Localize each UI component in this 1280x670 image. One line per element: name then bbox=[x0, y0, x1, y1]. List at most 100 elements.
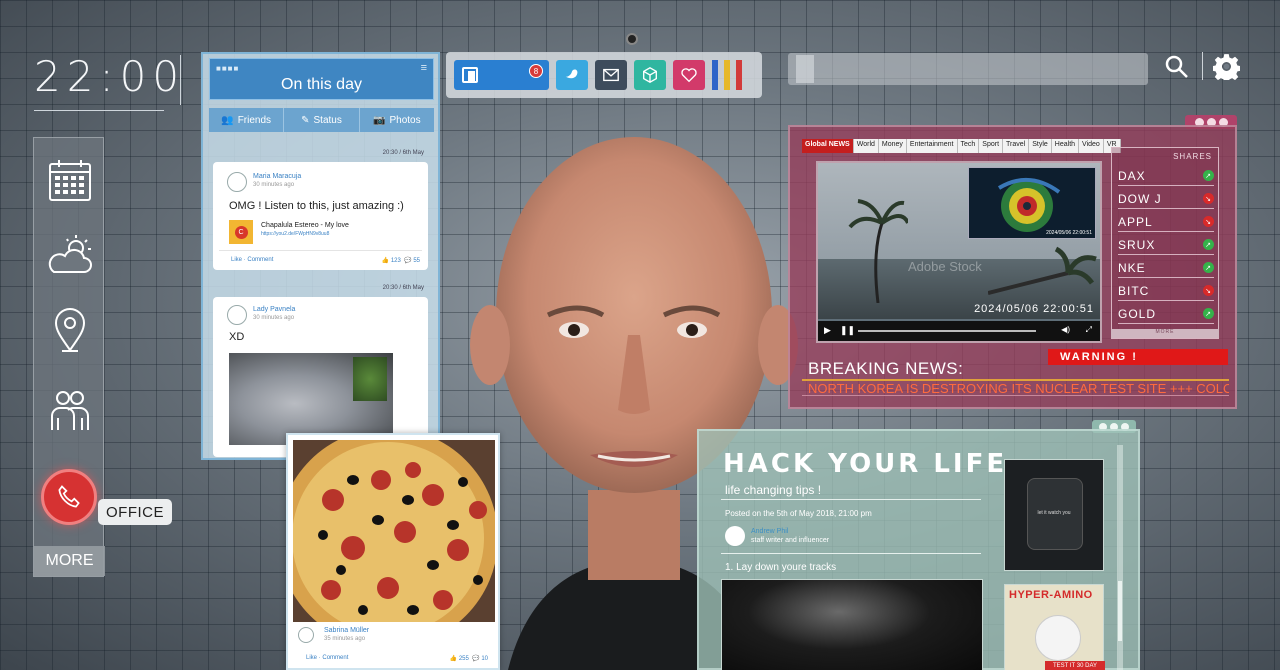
radar-timestamp: 2024/05/06 22:00:51 bbox=[1046, 230, 1092, 236]
post-time: 20:30 / 6th May bbox=[382, 150, 424, 156]
shares-more-button[interactable]: MORE bbox=[1111, 329, 1219, 338]
news-nav-item[interactable]: Travel bbox=[1003, 139, 1030, 153]
blog-photo[interactable] bbox=[721, 579, 983, 670]
tab-photos[interactable]: 📷 Photos bbox=[360, 108, 434, 132]
share-row[interactable]: BITC ↘ bbox=[1118, 281, 1214, 301]
news-nav-item[interactable]: Sport bbox=[979, 139, 1004, 153]
news-nav-item[interactable]: Money bbox=[879, 139, 907, 153]
amino-ad-cta[interactable]: TEST IT 30 DAY bbox=[1045, 661, 1105, 670]
news-nav-item[interactable]: Entertainment bbox=[907, 139, 958, 153]
post-author[interactable]: Sabrina Müller bbox=[324, 627, 369, 634]
music-thumbnail[interactable]: C bbox=[229, 220, 253, 244]
news-nav-item[interactable]: World bbox=[854, 139, 879, 153]
record-icon: C bbox=[234, 225, 248, 239]
bird-app-icon[interactable] bbox=[556, 60, 588, 90]
post-time: 20:30 / 6th May bbox=[382, 285, 424, 291]
notification-badge: 8 bbox=[529, 64, 543, 78]
clock-underline bbox=[34, 110, 164, 111]
like-link[interactable]: Like · Comment bbox=[231, 257, 273, 263]
avatar[interactable] bbox=[227, 305, 247, 325]
social-header: ■■■■ ≡ On this day bbox=[209, 58, 434, 100]
watch-ad-text: let it watch you bbox=[1037, 510, 1071, 516]
trend-down-icon: ↘ bbox=[1203, 285, 1214, 296]
video-scrubber[interactable] bbox=[858, 330, 1036, 332]
fallen-palm bbox=[988, 246, 1097, 295]
avatar[interactable] bbox=[227, 172, 247, 192]
news-nav-item[interactable]: Style bbox=[1029, 139, 1052, 153]
share-row[interactable]: NKE ↗ bbox=[1118, 258, 1214, 278]
post-author[interactable]: Lady Pavnela bbox=[253, 306, 295, 313]
trend-down-icon: ↘ bbox=[1203, 193, 1214, 204]
pizza-post-card[interactable]: Sabrina Müller 35 minutes ago Like · Com… bbox=[286, 433, 500, 670]
post-author[interactable]: Maria Maracuja bbox=[253, 173, 301, 180]
contacts-icon[interactable] bbox=[44, 384, 96, 436]
share-row[interactable]: DAX ↗ bbox=[1118, 166, 1214, 186]
phone-icon bbox=[58, 485, 80, 508]
like-link[interactable]: Like · Comment bbox=[306, 655, 348, 661]
fullscreen-icon[interactable]: ⤢ bbox=[1086, 325, 1092, 335]
social-title: On this day bbox=[281, 76, 362, 93]
share-row[interactable]: GOLD ↗ bbox=[1118, 304, 1214, 324]
tab-label: Friends bbox=[237, 114, 272, 126]
shares-title: SHARES bbox=[1173, 152, 1212, 161]
news-logo[interactable]: Global NEWS bbox=[802, 139, 854, 153]
call-button[interactable] bbox=[41, 469, 97, 525]
heart-app-icon[interactable] bbox=[673, 60, 705, 90]
like-count: 123 bbox=[390, 258, 401, 264]
news-nav-item[interactable]: Health bbox=[1052, 139, 1080, 153]
share-symbol: DOW J bbox=[1118, 191, 1162, 206]
camera-dot-icon bbox=[626, 33, 638, 45]
watch-ad[interactable]: let it watch you bbox=[1004, 459, 1104, 571]
comment-count: 55 bbox=[413, 258, 420, 264]
tab-friends[interactable]: 👥 Friends bbox=[209, 108, 285, 132]
mail-app-icon[interactable] bbox=[595, 60, 627, 90]
share-row[interactable]: SRUX ↗ bbox=[1118, 235, 1214, 255]
pizza-photo[interactable] bbox=[293, 440, 495, 622]
play-icon[interactable]: ▶ bbox=[824, 325, 831, 336]
tab-status[interactable]: ✎ Status bbox=[284, 108, 360, 132]
sidebar: MORE bbox=[33, 137, 105, 577]
scrollbar[interactable] bbox=[1117, 445, 1123, 670]
news-ticker[interactable]: NORTH KOREA IS DESTROYING ITS NUCLEAR TE… bbox=[802, 379, 1229, 396]
share-symbol: SRUX bbox=[1118, 237, 1156, 252]
avatar[interactable] bbox=[298, 627, 314, 643]
volume-icon[interactable]: ◀) bbox=[1061, 325, 1070, 334]
search-input[interactable] bbox=[788, 53, 1148, 85]
pause-icon[interactable]: ❚❚ bbox=[840, 325, 855, 336]
office-tooltip[interactable]: OFFICE bbox=[98, 499, 172, 525]
box-app-icon[interactable] bbox=[634, 60, 666, 90]
location-icon[interactable] bbox=[44, 304, 96, 356]
social-tabs: 👥 Friends ✎ Status 📷 Photos bbox=[209, 108, 434, 132]
search-icon[interactable] bbox=[1164, 54, 1190, 85]
like-label: Like bbox=[306, 655, 318, 661]
news-nav: Global NEWS World Money Entertainment Tech Sp… bbox=[802, 139, 1121, 153]
post-ago: 30 minutes ago bbox=[253, 182, 295, 188]
share-symbol: NKE bbox=[1118, 260, 1146, 275]
blog-title: HACK YOUR LIFE bbox=[723, 449, 1008, 479]
share-row[interactable]: DOW J ↘ bbox=[1118, 189, 1214, 209]
menu-icon[interactable]: ≡ bbox=[421, 62, 427, 74]
amino-ad[interactable]: HYPER-AMINO TEST IT 30 DAY bbox=[1004, 584, 1105, 670]
share-symbol: GOLD bbox=[1118, 306, 1157, 321]
share-row[interactable]: APPL ↘ bbox=[1118, 212, 1214, 232]
comment-label: Comment bbox=[322, 655, 349, 661]
avatar[interactable] bbox=[725, 526, 745, 546]
social-app-button[interactable]: 8 bbox=[454, 60, 549, 90]
news-video[interactable]: 2024/05/06 22:00:51 Adobe Stock 2024/05/… bbox=[816, 161, 1102, 343]
link-title[interactable]: Chapalula Estereo - My love bbox=[261, 222, 349, 229]
social-app-icon bbox=[462, 67, 478, 83]
news-nav-item[interactable]: Video bbox=[1079, 139, 1104, 153]
camera-icon: 📷 bbox=[373, 114, 386, 126]
share-symbol: BITC bbox=[1118, 283, 1150, 298]
news-nav-item[interactable]: Tech bbox=[958, 139, 980, 153]
link-url[interactable]: https://you2.de/FWpHN9v8uu8 bbox=[261, 231, 329, 237]
feed-post[interactable]: 20:30 / 6th May Maria Maracuja 30 minute… bbox=[213, 150, 428, 270]
calendar-icon[interactable] bbox=[44, 154, 96, 206]
cat-photo[interactable] bbox=[229, 353, 393, 445]
gear-icon[interactable] bbox=[1212, 53, 1241, 85]
blog-author[interactable]: Andrew Phil bbox=[751, 528, 788, 535]
weather-icon[interactable] bbox=[44, 230, 96, 282]
post-stats: 👍 255 💬 10 bbox=[449, 656, 488, 662]
stripe-yellow bbox=[724, 60, 730, 90]
more-button[interactable]: MORE bbox=[34, 546, 105, 576]
